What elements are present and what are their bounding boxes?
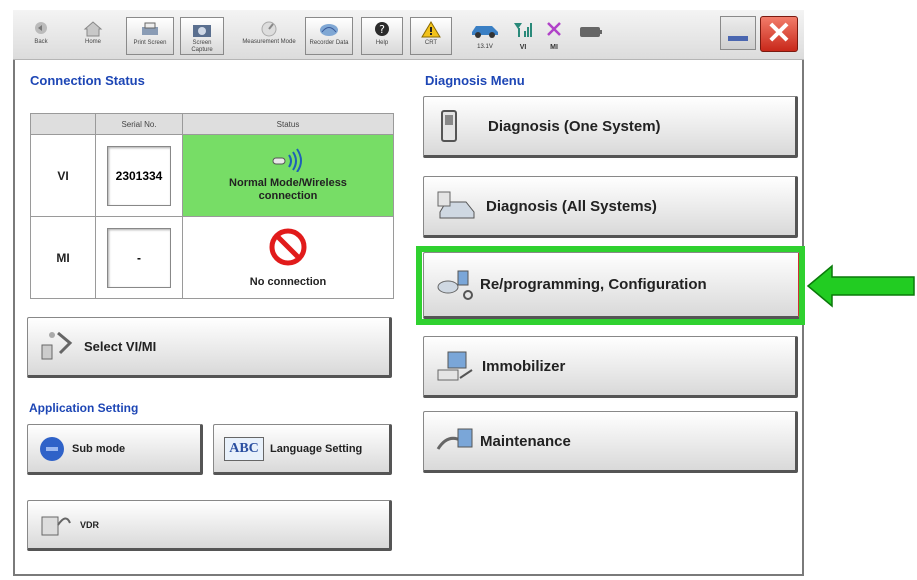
serial-column-header: Serial No. [95,113,183,135]
back-icon [35,22,47,34]
camera-icon [193,25,211,37]
vehicle-battery-status: 13.1V [465,19,505,50]
table-header-row: Serial No. Status [30,113,394,135]
no-connection-icon [269,228,307,266]
meter-icon [261,21,277,37]
row-label-vi: VI [30,134,96,217]
application-setting-title: Application Setting [29,401,139,415]
row-label-mi: MI [30,216,96,299]
maintenance-button[interactable]: Maintenance [423,411,798,473]
back-button[interactable]: Back [19,17,63,55]
serial-value-vi: 2301334 [107,145,171,206]
minimize-button[interactable] [720,16,756,50]
disconnected-x-icon [547,22,561,36]
sub-mode-icon [40,436,64,461]
select-vimi-button[interactable]: Select VI/MI [27,317,392,378]
status-cell-vi: Normal Mode/Wireless connection [182,134,394,217]
vdr-icon [41,516,71,535]
svg-text:?: ? [379,23,385,36]
diagnosis-all-systems-button[interactable]: Diagnosis (All Systems) [423,176,798,238]
immobilizer-button[interactable]: Immobilizer [423,336,798,398]
warning-icon [421,21,441,38]
status-column-header: Status [182,113,394,135]
mi-status: MI [541,19,567,51]
pointer-arrow-icon [806,264,915,308]
language-setting-button[interactable]: ABC Language Setting [213,424,392,475]
wireless-icon [272,148,302,173]
connection-status-title: Connection Status [30,73,145,88]
home-button[interactable]: Home [71,17,115,55]
table-header-blank [30,113,96,135]
diagnosis-one-system-button[interactable]: Diagnosis (One System) [423,96,798,158]
measurement-mode-button[interactable]: Measurement Mode [241,17,297,55]
help-icon: ? [375,22,389,36]
abc-icon: ABC [224,436,264,461]
diagnosis-menu-title: Diagnosis Menu [425,73,525,88]
battery-status [579,24,603,45]
status-cell-mi: No connection [182,216,394,299]
vi-signal-status: VI [510,19,536,51]
handheld-device-icon [441,110,457,142]
battery-icon [580,27,602,37]
sub-mode-button[interactable]: Sub mode [27,424,203,475]
signal-icon [514,23,532,37]
maintenance-icon [436,428,473,450]
close-button[interactable]: ✕ [760,16,798,52]
close-icon: ✕ [766,17,792,50]
help-button[interactable]: ? Help [361,17,403,55]
table-row-mi: MI - No connection [30,216,394,299]
serial-cell-vi: 2301334 [95,134,183,217]
immobilizer-icon [437,351,473,381]
vdr-button[interactable]: VDR [27,500,392,551]
car-icon [472,26,498,38]
recorder-icon [320,24,338,36]
crt-button[interactable]: CRT [410,17,452,55]
car-diagnosis-icon [437,191,475,219]
print-screen-button[interactable]: Print Screen [126,17,174,55]
serial-cell-mi: - [95,216,183,299]
table-row-vi: VI 2301334 Normal Mode/Wireless connecti… [30,134,394,217]
connection-status-table: Serial No. Status VI 2301334 Normal Mode… [30,113,394,299]
toolbar: Back Home Print Screen Screen Capture Me… [13,10,804,60]
select-vimi-icon [41,331,73,359]
screen-capture-button[interactable]: Screen Capture [180,17,224,55]
printer-icon [142,22,158,35]
recorder-data-button[interactable]: Recorder Data [305,17,353,55]
reprogramming-highlight-box [416,246,805,325]
serial-value-mi: - [107,227,171,288]
home-icon [83,21,103,37]
